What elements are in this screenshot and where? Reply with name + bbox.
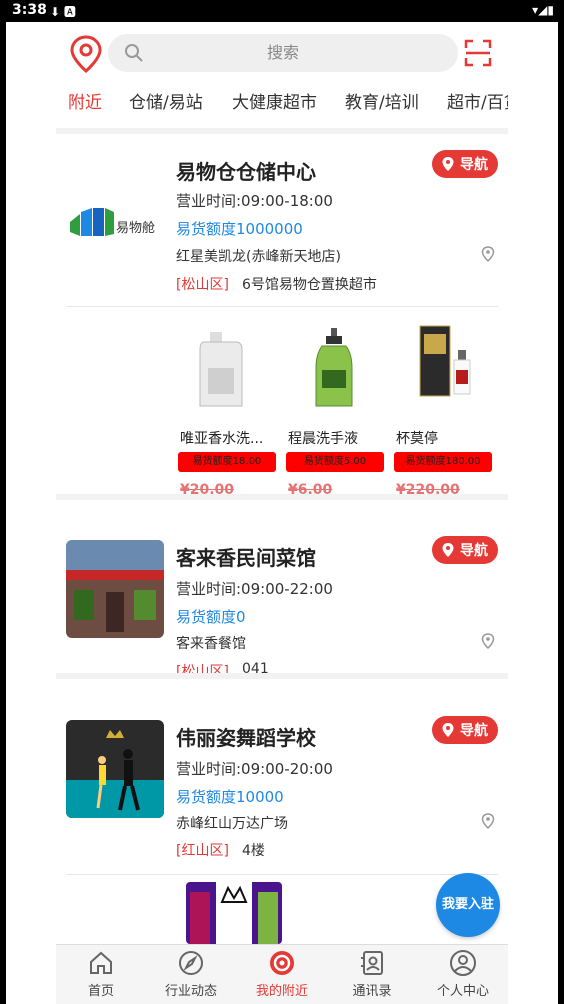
nav-label: 个人中心 xyxy=(436,984,489,999)
product-image xyxy=(199,332,243,407)
store-address: 红星美凯龙(赤峰新天地店) xyxy=(176,249,341,265)
contacts-icon xyxy=(361,951,383,975)
category-tabs: 附近 仓储/易站 大健康超市 教育/培训 超市/百货 xyxy=(56,84,508,124)
store-photo xyxy=(66,720,164,818)
navigate-label: 导航 xyxy=(460,543,488,559)
yiwucang-logo: 易物舱 xyxy=(70,208,155,236)
search-placeholder: 搜索 xyxy=(266,43,299,62)
tab-storage[interactable]: 仓储/易站 xyxy=(129,88,203,113)
join-button[interactable]: 我要入驻 xyxy=(436,873,500,937)
store-hours: 营业时间:09:00-18:00 xyxy=(176,192,333,210)
store-name[interactable]: 易物仓仓储中心 xyxy=(176,156,316,185)
map-pin-icon[interactable] xyxy=(481,246,495,262)
store-quota: 易货额度10000 xyxy=(176,788,284,806)
product-quota-tag: 易货额度5.00 xyxy=(286,452,384,472)
nav-item-profile[interactable]: 个人中心 xyxy=(418,949,508,999)
nav-label: 行业动态 xyxy=(164,984,217,999)
navigate-button[interactable]: 导航 xyxy=(432,150,498,178)
product-name: 杯莫停 xyxy=(396,431,438,447)
profile-icon xyxy=(450,950,476,976)
dance-school-photo xyxy=(66,720,164,818)
store-address: 客来香餐馆 xyxy=(176,636,246,652)
scan-icon[interactable] xyxy=(464,39,492,67)
store-district: [红山区] xyxy=(176,843,229,859)
store-hours: 营业时间:09:00-20:00 xyxy=(176,760,333,778)
store-quota: 易货额度1000000 xyxy=(176,220,303,238)
product-name: 唯亚香水洗... xyxy=(180,431,264,447)
store-photo xyxy=(66,540,164,638)
nearby-icon xyxy=(270,951,294,975)
status-time: 3:38 xyxy=(12,2,47,18)
bottom-nav: 首页 行业动态 我的附近 通讯录 个人中心 xyxy=(56,944,508,1004)
store-address-detail: 6号馆易物仓置换超市 xyxy=(242,277,377,293)
store-logo: 易物舱 xyxy=(66,164,164,262)
status-bar: 3:38 ⬇ 🅰 ▾◢▮ xyxy=(0,0,564,22)
svg-text:易物舱: 易物舱 xyxy=(116,221,155,236)
store-hours: 营业时间:09:00-22:00 xyxy=(176,580,333,598)
store-card[interactable]: 易物舱 易物仓仓储中心 营业时间:09:00-18:00 易货额度1000000… xyxy=(56,134,508,500)
compass-icon xyxy=(179,951,203,975)
system-icons: ▾◢▮ xyxy=(532,3,554,17)
pin-icon xyxy=(442,723,454,737)
nav-label: 我的附近 xyxy=(255,984,308,999)
store-card[interactable]: 客来香民间菜馆 营业时间:09:00-22:00 易货额度0 客来香餐馆 [松山… xyxy=(56,502,508,682)
nav-item-nearby[interactable]: 我的附近 xyxy=(237,949,327,999)
store-address: 赤峰红山万达广场 xyxy=(176,816,288,832)
tab-health-market[interactable]: 大健康超市 xyxy=(232,88,317,113)
search-input[interactable]: 搜索 xyxy=(108,34,458,72)
map-pin-icon[interactable] xyxy=(481,813,495,829)
navigate-label: 导航 xyxy=(460,723,488,739)
navigate-button[interactable]: 导航 xyxy=(432,536,498,564)
location-icon[interactable] xyxy=(68,34,104,74)
home-icon xyxy=(90,951,112,974)
divider xyxy=(56,673,508,679)
pin-icon xyxy=(442,543,454,557)
tab-education[interactable]: 教育/培训 xyxy=(345,88,419,113)
product-image xyxy=(419,325,471,397)
store-name[interactable]: 伟丽姿舞蹈学校 xyxy=(176,722,316,751)
store-address-detail: 4楼 xyxy=(242,843,265,859)
navigate-button[interactable]: 导航 xyxy=(432,716,498,744)
store-quota: 易货额度0 xyxy=(176,608,246,626)
product-name: 程晨洗手液 xyxy=(288,431,358,447)
nav-item-contacts[interactable]: 通讯录 xyxy=(327,949,417,999)
divider xyxy=(56,494,508,500)
product-image[interactable] xyxy=(186,882,282,944)
navigate-label: 导航 xyxy=(460,157,488,173)
header: 搜索 xyxy=(6,22,558,84)
divider xyxy=(66,306,498,307)
pin-icon xyxy=(442,157,454,171)
divider xyxy=(66,874,498,875)
restaurant-photo xyxy=(66,540,164,638)
notification-icons: ⬇ 🅰 xyxy=(50,5,76,19)
map-pin-icon[interactable] xyxy=(481,633,495,649)
tab-nearby[interactable]: 附近 xyxy=(68,88,102,113)
store-name[interactable]: 客来香民间菜馆 xyxy=(176,542,316,571)
app-screen: 搜索 附近 仓储/易站 大健康超市 教育/培训 超市/百货 易物舱 易物仓仓储中… xyxy=(6,22,558,1004)
nav-label: 通讯录 xyxy=(352,984,392,999)
tab-supermarket[interactable]: 超市/百货 xyxy=(447,88,508,113)
store-district: [松山区] xyxy=(176,277,229,293)
dance-poster-image xyxy=(186,882,282,944)
product-quota-tag: 易货额度180.00 xyxy=(394,452,492,472)
product-image xyxy=(315,328,353,407)
product-quota-tag: 易货额度18.00 xyxy=(178,452,276,472)
nav-item-industry[interactable]: 行业动态 xyxy=(146,949,236,999)
nav-item-home[interactable]: 首页 xyxy=(56,949,146,999)
nav-label: 首页 xyxy=(87,984,114,999)
